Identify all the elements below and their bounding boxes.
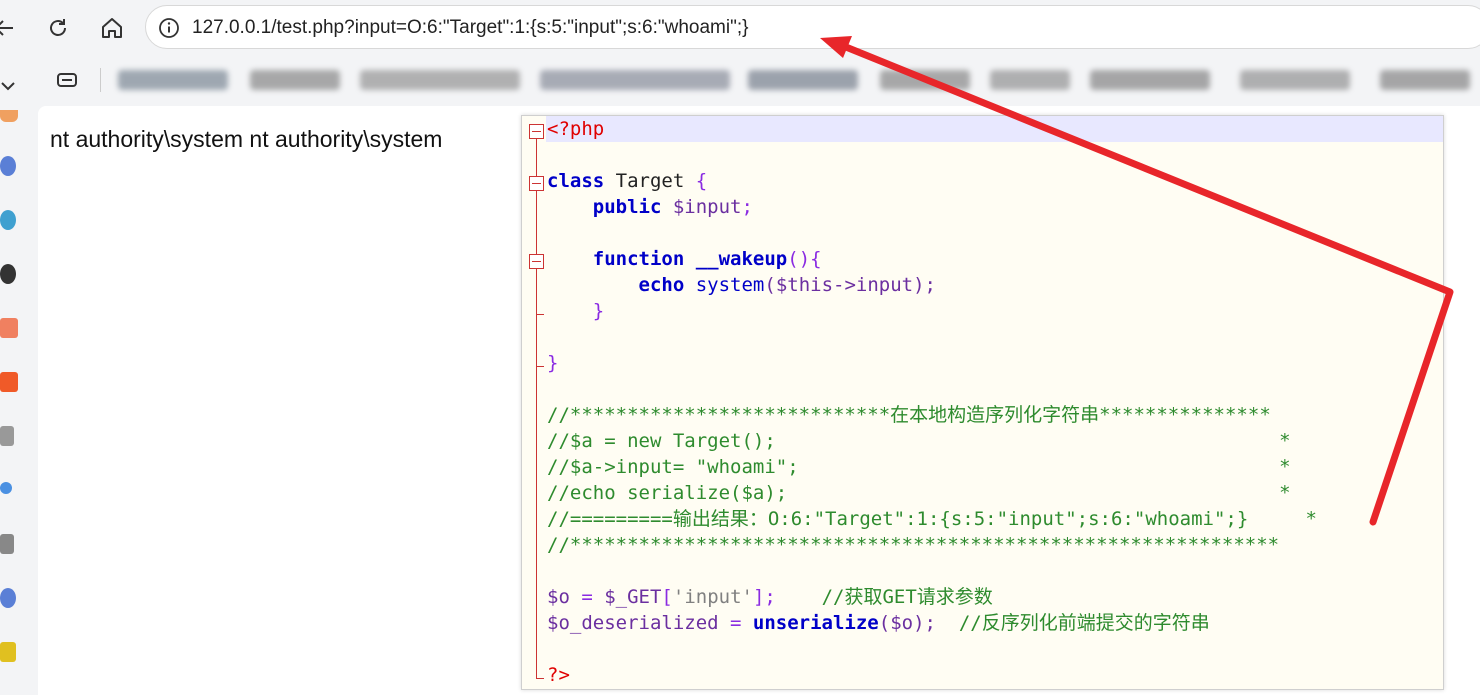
tab-favicon[interactable]: [0, 426, 14, 446]
code-line-1[interactable]: <?php: [546, 116, 1443, 142]
code-line-2[interactable]: [546, 142, 1443, 168]
url-text[interactable]: 127.0.0.1/test.php?input=O:6:"Target":1:…: [192, 17, 748, 39]
code-line-8[interactable]: }: [546, 298, 1443, 324]
reload-icon: [50, 19, 66, 36]
code-line-20[interactable]: $o_deserialized = unserialize($o); //反序列…: [546, 610, 1443, 636]
tab-favicon[interactable]: [0, 318, 18, 338]
home-button[interactable]: [94, 10, 130, 46]
fold-marker-icon[interactable]: [529, 254, 544, 269]
fold-marker-icon[interactable]: [529, 176, 544, 191]
command-output: nt authority\system nt authority\system: [50, 126, 443, 152]
bookmark-blurred[interactable]: [250, 70, 340, 90]
bookmarks-bar: [0, 56, 1480, 106]
bookmark-blurred[interactable]: [540, 70, 730, 90]
fold-end-tick: [536, 366, 544, 367]
bookmark-blurred[interactable]: [1090, 70, 1210, 90]
browser-toolbar: 127.0.0.1/test.php?input=O:6:"Target":1:…: [0, 0, 1480, 56]
back-button[interactable]: [0, 10, 22, 46]
chevron-down-icon[interactable]: [0, 80, 16, 92]
code-editor: <?php class Target { public $input; func…: [521, 115, 1444, 690]
code-line-11[interactable]: [546, 376, 1443, 402]
fold-line: [536, 139, 537, 679]
home-icon: [102, 18, 122, 38]
code-line-18[interactable]: [546, 558, 1443, 584]
bookmark-blurred[interactable]: [748, 70, 858, 90]
code-line-12[interactable]: //****************************在本地构造序列化字符…: [546, 402, 1443, 428]
code-line-16[interactable]: //=========输出结果：O:6:"Target":1:{s:5:"inp…: [546, 506, 1443, 532]
code-line-3[interactable]: class Target {: [546, 168, 1443, 194]
tab-favicon[interactable]: [0, 264, 16, 284]
bookmark-blurred[interactable]: [360, 70, 520, 90]
code-line-21[interactable]: [546, 636, 1443, 662]
bookmark-blurred[interactable]: [1380, 70, 1470, 90]
tab-favicon[interactable]: [0, 482, 12, 494]
code-line-6[interactable]: function __wakeup(){: [546, 246, 1443, 272]
code-line-10[interactable]: }: [546, 350, 1443, 376]
code-line-14[interactable]: //$a->input= "whoami"; *: [546, 454, 1443, 480]
tab-favicon[interactable]: [0, 156, 16, 176]
tab-favicon[interactable]: [0, 642, 16, 662]
code-line-9[interactable]: [546, 324, 1443, 350]
code-line-17[interactable]: //**************************************…: [546, 532, 1443, 558]
code-line-4[interactable]: public $input;: [546, 194, 1443, 220]
back-arrow-icon: [0, 20, 13, 36]
sidebar: [0, 106, 38, 695]
bookmark-blurred[interactable]: [880, 70, 970, 90]
bookmarks-divider: [100, 68, 101, 92]
fold-end-tick: [536, 678, 544, 679]
tab-favicon[interactable]: [0, 534, 14, 554]
code-line-5[interactable]: [546, 220, 1443, 246]
tab-favicon[interactable]: [0, 110, 18, 122]
address-bar[interactable]: 127.0.0.1/test.php?input=O:6:"Target":1:…: [145, 5, 1480, 49]
reload-button[interactable]: [40, 10, 76, 46]
code-line-19[interactable]: $o = $_GET['input']; //获取GET请求参数: [546, 584, 1443, 610]
fold-end-tick: [536, 314, 544, 315]
bookmark-blurred[interactable]: [1240, 70, 1350, 90]
bookmark-blurred[interactable]: [118, 70, 228, 90]
fold-marker-icon[interactable]: [529, 124, 544, 139]
tab-favicon[interactable]: [0, 588, 16, 608]
code-line-13[interactable]: //$a = new Target(); *: [546, 428, 1443, 454]
collections-icon[interactable]: [56, 70, 78, 90]
tab-favicon[interactable]: [0, 210, 16, 230]
code-lines: <?php class Target { public $input; func…: [546, 116, 1443, 688]
code-line-22[interactable]: ?>: [546, 662, 1443, 688]
fold-gutter: [522, 116, 546, 689]
code-line-7[interactable]: echo system($this->input);: [546, 272, 1443, 298]
bookmark-blurred[interactable]: [990, 70, 1070, 90]
code-line-15[interactable]: //echo serialize($a); *: [546, 480, 1443, 506]
tab-favicon[interactable]: [0, 372, 18, 392]
info-icon[interactable]: [158, 17, 180, 39]
